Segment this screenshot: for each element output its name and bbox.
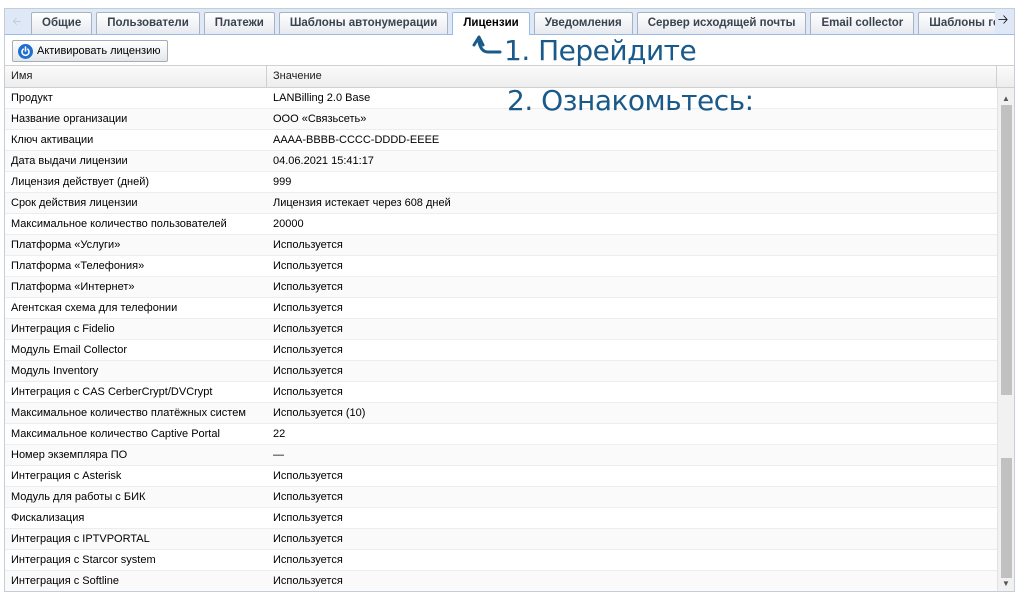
table-row[interactable]: Интеграция с Starcor system Используется <box>5 550 997 571</box>
table-row[interactable]: Дата выдачи лицензии 04.06.2021 15:41:17 <box>5 151 997 172</box>
cell-value: Используется <box>273 533 343 545</box>
cell-name: Срок действия лицензии <box>11 197 138 209</box>
cell-name: Интеграция с Fidelio <box>11 323 115 335</box>
cell-name: Модуль Email Collector <box>11 344 128 356</box>
cell-name: Платформа «Телефония» <box>11 260 145 272</box>
cell-name: Ключ активации <box>11 134 94 146</box>
scrollbar-thumb-lower[interactable] <box>1001 458 1012 578</box>
tab-8[interactable]: Шаблоны генер <box>918 12 995 34</box>
scroll-left-icon[interactable]: 🡠 <box>8 13 26 31</box>
annotation-step-2: 2. Ознакомьтесь: <box>507 84 754 117</box>
cell-value: Используется <box>273 491 343 503</box>
scroll-down-icon[interactable]: ▼ <box>998 576 1014 590</box>
cell-name: Номер экземпляра ПО <box>11 449 128 461</box>
scrollbar-thumb[interactable] <box>1001 105 1012 395</box>
cell-value: Используется <box>273 512 343 524</box>
cell-value: 04.06.2021 15:41:17 <box>273 155 374 167</box>
cell-value: Лицензия истекает через 608 дней <box>273 197 451 209</box>
table-row[interactable]: Интеграция с Fidelio Используется <box>5 319 997 340</box>
cell-value: 22 <box>273 428 286 440</box>
table-row[interactable]: Модуль Email Collector Используется <box>5 340 997 361</box>
column-header-name[interactable]: Имя <box>5 66 267 87</box>
cell-value: Используется <box>273 281 343 293</box>
cell-name: Продукт <box>11 92 53 104</box>
power-icon <box>18 43 33 59</box>
scroll-right-icon[interactable]: 🡢 <box>994 12 1012 31</box>
cell-name: Платформа «Услуги» <box>11 239 121 251</box>
cell-value: 20000 <box>273 218 304 230</box>
cell-value: Используется <box>273 302 343 314</box>
cell-value: Используется (10) <box>273 407 366 419</box>
cell-value: Используется <box>273 554 343 566</box>
table-row[interactable]: Максимальное количество Captive Portal 22 <box>5 424 997 445</box>
table-row[interactable]: Интеграция с Asterisk Используется <box>5 466 997 487</box>
cell-name: Максимальное количество Captive Portal <box>11 428 220 440</box>
table-row[interactable]: Лицензия действует (дней) 999 <box>5 172 997 193</box>
cell-name: Максимальное количество пользователей <box>11 218 227 230</box>
scroll-up-icon[interactable]: ▲ <box>998 91 1014 105</box>
license-grid: Имя Значение Продукт LANBilling 2.0 Base Н… <box>4 65 1015 592</box>
cell-value: 999 <box>273 176 292 188</box>
table-row[interactable]: Срок действия лицензии Лицензия истекает … <box>5 193 997 214</box>
annotation-arrow-icon <box>472 35 502 54</box>
table-row[interactable]: Максимальное количество платёжных систем… <box>5 403 997 424</box>
table-row[interactable]: Платформа «Интернет» Используется <box>5 277 997 298</box>
tab-0[interactable]: Общие <box>31 12 93 34</box>
cell-value: Используется <box>273 575 343 587</box>
table-row[interactable]: Платформа «Телефония» Используется <box>5 256 997 277</box>
table-row[interactable]: Название организации ООО «Связьсеть» <box>5 109 997 130</box>
cell-name: Максимальное количество платёжных систем <box>11 407 246 419</box>
table-row[interactable]: Платформа «Услуги» Используется <box>5 235 997 256</box>
table-row[interactable]: Интеграция с CAS CerberCrypt/DVCrypt Испо… <box>5 382 997 403</box>
vertical-scrollbar[interactable]: ▲ ▼ <box>997 88 1014 591</box>
table-row[interactable]: Максимальное количество пользователей 200… <box>5 214 997 235</box>
cell-name: Интеграция с IPTVPORTAL <box>11 533 150 545</box>
table-row[interactable]: Фискализация Используется <box>5 508 997 529</box>
cell-name: Интеграция с CAS CerberCrypt/DVCrypt <box>11 386 213 398</box>
cell-value: Используется <box>273 323 343 335</box>
activate-license-button[interactable]: Активировать лицензию <box>12 40 169 62</box>
table-row[interactable]: Модуль Inventory Используется <box>5 361 997 382</box>
table-row[interactable]: Интеграция с Softline Используется <box>5 571 997 591</box>
cell-name: Интеграция с Starcor system <box>11 554 156 566</box>
tab-list: Общие Пользователи Платежи Шаблоны автонуме… <box>31 12 995 36</box>
tab-strip: 🡠 Общие Пользователи Платежи Шаблоны автону… <box>4 8 1015 36</box>
cell-value: — <box>273 449 284 461</box>
cell-value: Используется <box>273 386 343 398</box>
cell-name: Интеграция с Softline <box>11 575 119 587</box>
cell-name: Агентская схема для телефонии <box>11 302 178 314</box>
tab-2[interactable]: Платежи <box>203 12 275 34</box>
annotation-step-1: 1. Перейдите <box>504 34 697 67</box>
cell-name: Название организации <box>11 113 128 125</box>
cell-name: Модуль для работы с БИК <box>11 491 146 503</box>
cell-value: Используется <box>273 239 343 251</box>
table-row[interactable]: Ключ активации AAAA-BBBB-CCCC-DDDD-EEEE <box>5 130 997 151</box>
cell-value: Используется <box>273 260 343 272</box>
cell-name: Интеграция с Asterisk <box>11 470 122 482</box>
tab-6[interactable]: Сервер исходящей почты <box>636 12 807 34</box>
grid-body: Продукт LANBilling 2.0 Base Название орган… <box>5 88 997 591</box>
cell-value: Используется <box>273 344 343 356</box>
tab-5[interactable]: Уведомления <box>533 12 633 34</box>
table-row[interactable]: Агентская схема для телефонии Используетс… <box>5 298 997 319</box>
tab-3[interactable]: Шаблоны автонумерации <box>278 12 449 34</box>
cell-value: AAAA-BBBB-CCCC-DDDD-EEEE <box>273 134 440 146</box>
cell-value: Используется <box>273 470 343 482</box>
cell-value: Используется <box>273 365 343 377</box>
cell-name: Платформа «Интернет» <box>11 281 135 293</box>
cell-name: Модуль Inventory <box>11 365 99 377</box>
tab-7[interactable]: Email collector <box>810 12 915 34</box>
cell-name: Дата выдачи лицензии <box>11 155 128 167</box>
cell-name: Лицензия действует (дней) <box>11 176 150 188</box>
table-row[interactable]: Модуль для работы с БИК Используется <box>5 487 997 508</box>
table-row[interactable]: Интеграция с IPTVPORTAL Используется <box>5 529 997 550</box>
table-row[interactable]: Номер экземпляра ПО — <box>5 445 997 466</box>
table-row[interactable]: Продукт LANBilling 2.0 Base <box>5 88 997 109</box>
activate-license-label: Активировать лицензию <box>37 45 161 57</box>
cell-name: Фискализация <box>11 512 85 524</box>
tab-1[interactable]: Пользователи <box>96 12 200 34</box>
